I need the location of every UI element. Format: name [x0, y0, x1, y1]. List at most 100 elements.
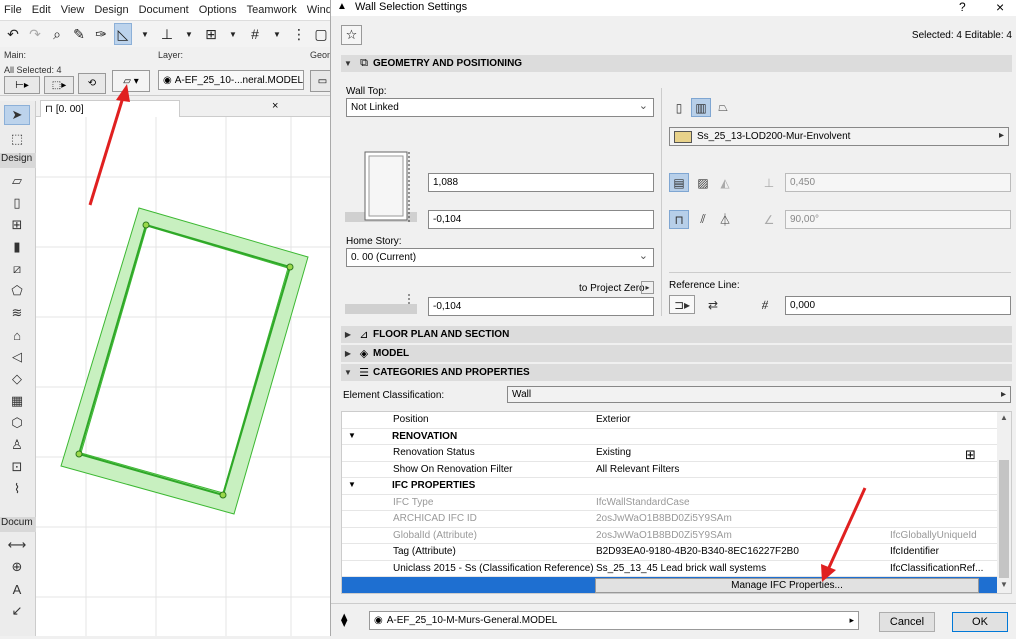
arrow-tool-icon[interactable]: ➤ [4, 105, 30, 125]
base-offset-field[interactable]: -0,104 [428, 297, 654, 316]
dropdown-arrow-icon[interactable]: ▼ [224, 23, 242, 45]
property-row[interactable]: IFC Type IfcWallStandardCase [342, 495, 997, 511]
pick-up-icon[interactable]: ✎ [70, 23, 88, 45]
inclined-wall-icon[interactable]: ⫽ [693, 210, 713, 229]
vertical-wall-icon[interactable]: ⊓ [669, 210, 689, 229]
beam-tool-icon[interactable]: ⧄ [4, 259, 30, 279]
top-offset-field[interactable]: -0,104 [428, 210, 654, 229]
mesh-tool-icon[interactable]: ⌇ [4, 479, 30, 499]
cancel-button[interactable]: Cancel [879, 612, 935, 632]
object-tool-icon[interactable]: ♙ [4, 435, 30, 455]
thickness-field[interactable]: 0,450 [785, 173, 1011, 192]
manage-ifc-properties-button[interactable]: Manage IFC Properties... [595, 578, 979, 593]
reference-line-outside-icon[interactable]: ⊐▸ [669, 295, 695, 314]
stair-tool-icon[interactable]: ≋ [4, 303, 30, 323]
renovation-options-icon[interactable]: ⊞ [965, 447, 976, 463]
property-row[interactable]: Tag (Attribute) B2D93EA0-9180-4B20-B340-8… [342, 544, 997, 561]
door-tool-icon[interactable]: ▯ [4, 193, 30, 213]
scrollbar-thumb[interactable] [999, 460, 1009, 578]
straight-wall-icon[interactable]: ▯ [669, 98, 689, 117]
group-collapse-icon[interactable]: ▼ [348, 480, 356, 489]
text-tool-icon[interactable]: A [4, 579, 30, 599]
wall-top-dropdown[interactable]: Not Linked [346, 98, 654, 117]
tab-close-icon[interactable]: × [272, 100, 278, 112]
snap-guides-icon[interactable]: ⊥ [158, 23, 176, 45]
structure-composite-icon[interactable]: ▤ [669, 173, 689, 192]
property-row[interactable]: Show On Renovation Filter All Relevant Fi… [342, 462, 997, 478]
property-row[interactable]: Position Exterior [342, 412, 997, 429]
layer-combo-icon[interactable]: ⊢▸ [4, 76, 40, 94]
section-floorplan-header[interactable]: ▶ ⊿ FLOOR PLAN AND SECTION [341, 326, 1012, 343]
skylight-tool-icon[interactable]: ◇ [4, 369, 30, 389]
scroll-down-icon[interactable]: ▼ [1000, 580, 1008, 589]
ref-offset-field[interactable]: 0,000 [785, 296, 1011, 315]
zone-tool-icon[interactable]: ⊡ [4, 457, 30, 477]
window-icon[interactable]: ▢ [312, 23, 330, 45]
angle-field[interactable]: 90,00° [785, 210, 1011, 229]
scroll-up-icon[interactable]: ▲ [1000, 413, 1008, 422]
project-zero-arrow-icon[interactable]: ▸ [641, 281, 654, 294]
trapezoid-wall-icon[interactable]: ▥ [691, 98, 711, 117]
property-group-row[interactable]: ▼ IFC PROPERTIES [342, 478, 997, 495]
redo-icon[interactable]: ↷ [26, 23, 44, 45]
selected-walls[interactable] [60, 207, 309, 515]
close-button[interactable]: × [996, 0, 1004, 15]
structure-basic-icon[interactable]: ▨ [693, 173, 713, 192]
reference-line-flip-icon[interactable]: ⇄ [701, 295, 725, 314]
label-tool-icon[interactable]: ↙ [4, 601, 30, 621]
menu-edit[interactable]: Edit [28, 4, 57, 16]
wall-tool-icon[interactable]: ▱ [4, 171, 30, 191]
dropdown-arrow-icon[interactable]: ▼ [268, 23, 286, 45]
section-geometry-header[interactable]: ▼ ⧉ GEOMETRY AND POSITIONING [341, 55, 1012, 72]
marquee-tool-icon[interactable]: ⬚ [4, 129, 30, 149]
dropdown-arrow-icon[interactable]: ▼ [136, 23, 154, 45]
favorites-star-icon[interactable]: ☆ [341, 25, 362, 45]
section-model-header[interactable]: ▶ ◈ MODEL [341, 345, 1012, 362]
level-dimension-icon[interactable]: ⊕ [4, 557, 30, 577]
menu-document[interactable]: Document [135, 4, 195, 16]
property-row[interactable]: ARCHICAD IFC ID 2osJwWaO1B8BD0Zi5Y9SAm [342, 511, 997, 528]
menu-teamwork[interactable]: Teamwork [243, 4, 303, 16]
column-tool-icon[interactable]: ▮ [4, 237, 30, 257]
property-list[interactable]: Position Exterior ▼ RENOVATION Renovation St… [341, 411, 1012, 594]
curtain-wall-tool-icon[interactable]: ▦ [4, 391, 30, 411]
composite-dropdown[interactable]: Ss_25_13-LOD200-Mur-Envolvent [669, 127, 1009, 146]
menu-design[interactable]: Design [90, 4, 134, 16]
undo-icon[interactable]: ↶ [4, 23, 22, 45]
gravity-icon[interactable]: ⊞ [202, 23, 220, 45]
slab-tool-icon[interactable]: ⬠ [4, 281, 30, 301]
find-select-icon[interactable]: ⌕ [48, 23, 66, 45]
footer-layer-dropdown[interactable]: ◉ A-EF_25_10-M-Murs-General.MODEL ▸ [369, 611, 859, 630]
help-button[interactable]: ? [959, 0, 966, 14]
shell-tool-icon[interactable]: ◁ [4, 347, 30, 367]
menu-file[interactable]: File [0, 4, 28, 16]
property-scrollbar[interactable]: ▲ ▼ [997, 412, 1011, 593]
grid-snap-icon[interactable]: # [246, 23, 264, 45]
morph-tool-icon[interactable]: ⬡ [4, 413, 30, 433]
property-row[interactable]: Uniclass 2015 - Ss (Classification Refer… [342, 561, 997, 577]
window-tool-icon[interactable]: ⊞ [4, 215, 30, 235]
structure-profile-icon[interactable]: ◭ [715, 173, 735, 192]
info-layer-dropdown[interactable]: ◉ A-EF_25_10-...neral.MODEL ▸ [158, 70, 304, 90]
element-classification-dropdown[interactable]: Wall [507, 386, 1011, 403]
magic-wand-icon[interactable]: ⋮ [290, 23, 308, 45]
inject-icon[interactable]: ✑ [92, 23, 110, 45]
property-row[interactable]: GlobalId (Attribute) 2osJwWaO1B8BD0Zi5Y9S… [342, 528, 997, 544]
dropdown-arrow-icon[interactable]: ▼ [180, 23, 198, 45]
toolbox-document-header[interactable]: Docum [0, 517, 36, 532]
menu-options[interactable]: Options [195, 4, 243, 16]
roof-tool-icon[interactable]: ⌂ [4, 325, 30, 345]
section-categories-header[interactable]: ▼ ☰ CATEGORIES AND PROPERTIES [341, 364, 1012, 381]
menu-view[interactable]: View [57, 4, 91, 16]
property-row[interactable]: Renovation Status Existing [342, 445, 997, 462]
marquee-icon[interactable]: ⬚▸ [44, 76, 74, 94]
toolbox-design-header[interactable]: Design [0, 153, 36, 168]
wall-height-field[interactable]: 1,088 [428, 173, 654, 192]
guide-lines-icon[interactable]: ◺ [114, 23, 132, 45]
ok-button[interactable]: OK [952, 612, 1008, 632]
group-collapse-icon[interactable]: ▼ [348, 431, 356, 440]
double-slanted-wall-icon[interactable]: ⏃ [715, 210, 735, 229]
property-group-row[interactable]: ▼ RENOVATION [342, 429, 997, 445]
home-story-dropdown[interactable]: 0. 00 (Current) [346, 248, 654, 267]
slanted-wall-icon[interactable]: ⏢ [713, 98, 733, 117]
